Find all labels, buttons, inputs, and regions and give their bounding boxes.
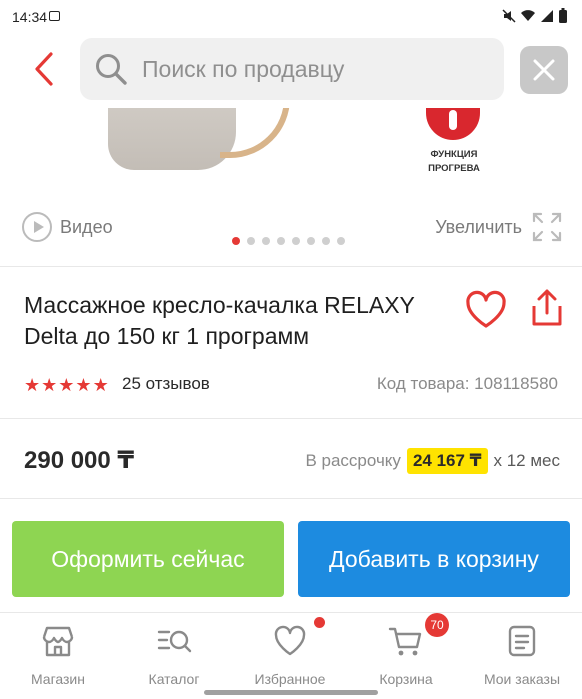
installment-info[interactable]: В рассрочку 24 167 ₸ x 12 мес (305, 448, 560, 474)
heating-icon (426, 108, 480, 140)
orders-icon (508, 625, 536, 657)
cart-count-badge: 70 (425, 613, 449, 637)
search-box[interactable] (80, 38, 504, 100)
share-button[interactable] (530, 288, 564, 328)
nav-item-catalog[interactable]: Каталог (116, 621, 232, 691)
buy-now-button[interactable]: Оформить сейчас (12, 521, 284, 597)
expand-icon (532, 212, 562, 242)
star-icon: ★ (92, 375, 109, 395)
heating-badge-label: ФУНКЦИЯ ПРОГРЕВА (412, 148, 496, 176)
mute-icon (502, 9, 516, 23)
video-label: Видео (60, 216, 113, 237)
heating-badge-line1: ФУНКЦИЯ (430, 149, 478, 160)
divider (0, 418, 582, 419)
back-button[interactable] (24, 46, 64, 92)
nav-item-orders[interactable]: Мои заказы (464, 621, 580, 691)
product-title-wrap: Массажное кресло-качалка RELAXY Delta до… (24, 290, 464, 354)
product-image[interactable]: ФУНКЦИЯ ПРОГРЕВА (0, 108, 582, 192)
zoom-button[interactable]: Увеличить (435, 212, 562, 242)
cart-icon (388, 627, 422, 656)
shop-icon (42, 626, 74, 657)
gallery-dots (232, 237, 345, 245)
battery-icon (559, 8, 567, 23)
search-input[interactable] (142, 38, 482, 100)
share-icon (532, 289, 562, 326)
star-icon: ★ (41, 375, 58, 395)
installment-months: x 12 мес (493, 451, 561, 470)
gallery-dot[interactable] (322, 237, 330, 245)
nav-label-cart: Корзина (379, 671, 433, 687)
chair-rocker-image (220, 108, 290, 158)
favorite-button[interactable] (464, 290, 508, 330)
product-title: Массажное кресло-качалка RELAXY Delta до… (24, 292, 415, 349)
status-bar: 14:34 (0, 0, 582, 32)
status-time: 14:34 (12, 9, 48, 25)
nav-item-shop[interactable]: Магазин (0, 621, 116, 691)
zoom-label: Увеличить (435, 216, 522, 237)
add-to-cart-button[interactable]: Добавить в корзину (298, 521, 570, 597)
nav-label-catalog: Каталог (148, 671, 200, 687)
signal-icon (541, 10, 553, 22)
catalog-icon (157, 630, 192, 653)
star-icon: ★ (24, 375, 41, 395)
heating-badge-line2: ПРОГРЕВА (428, 163, 480, 174)
installment-prefix: В рассрочку (305, 451, 401, 470)
heart-icon (274, 625, 306, 656)
video-button[interactable]: Видео (22, 212, 113, 242)
chevron-left-icon (35, 52, 53, 86)
home-indicator[interactable] (204, 690, 378, 695)
gallery-notification-icon (49, 11, 60, 21)
nav-item-favorites[interactable]: Избранное (232, 621, 348, 691)
rating-stars[interactable]: ★ ★ ★ ★ ★ (24, 375, 109, 396)
gallery-dot[interactable] (277, 237, 285, 245)
divider (0, 498, 582, 499)
gallery-dot[interactable] (232, 237, 240, 245)
nav-label-favorites: Избранное (254, 671, 326, 687)
gallery-dot[interactable] (337, 237, 345, 245)
reviews-link[interactable]: 25 отзывов (122, 374, 210, 394)
gallery-dot[interactable] (247, 237, 255, 245)
divider (0, 266, 582, 267)
favorites-notification-dot (314, 617, 325, 628)
heart-icon (466, 290, 506, 328)
play-icon (22, 212, 52, 242)
gallery-dot[interactable] (292, 237, 300, 245)
gallery-dot[interactable] (307, 237, 315, 245)
nav-label-shop: Магазин (30, 671, 85, 687)
search-icon (96, 54, 127, 85)
nav-label-orders: Мои заказы (483, 671, 561, 687)
wifi-icon (521, 10, 535, 21)
status-indicators (502, 8, 568, 24)
star-icon: ★ (75, 375, 92, 395)
star-icon: ★ (58, 375, 75, 395)
close-button[interactable] (520, 46, 568, 94)
chair-image (108, 108, 236, 170)
product-price: 290 000 ₸ (24, 447, 135, 474)
product-code: Код товара: 108118580 (376, 374, 558, 393)
gallery-dot[interactable] (262, 237, 270, 245)
close-icon (533, 59, 555, 81)
bottom-nav: Магазин Каталог Избранное Корзина Мои за… (0, 612, 582, 699)
installment-amount: 24 167 ₸ (406, 448, 488, 474)
